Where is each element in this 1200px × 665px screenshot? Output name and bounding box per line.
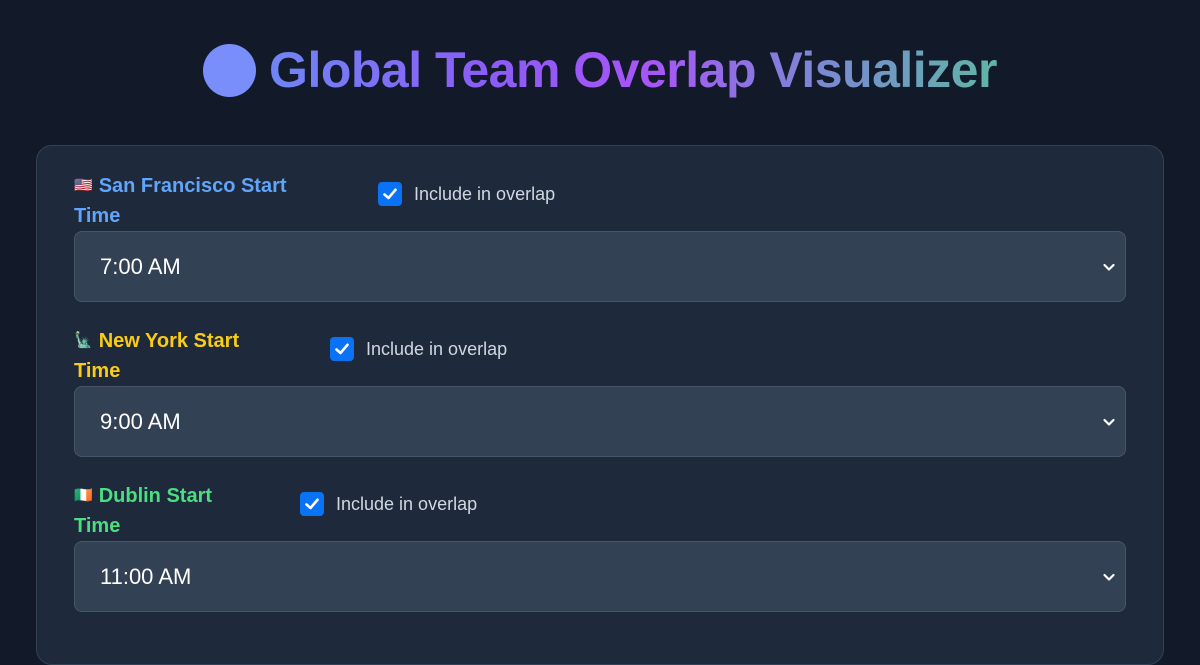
checkbox-checked-icon[interactable] <box>330 337 354 361</box>
include-overlap-label: Include in overlap <box>414 183 556 204</box>
checkbox-checked-icon[interactable] <box>300 492 324 516</box>
chevron-down-icon <box>1103 573 1115 581</box>
team-label-row: 🇺🇸 San Francisco Start Time Include in ov… <box>74 171 1126 227</box>
settings-card: 🇺🇸 San Francisco Start Time Include in ov… <box>36 145 1164 665</box>
selected-time-value: 11:00 AM <box>100 563 192 589</box>
include-overlap-label: Include in overlap <box>366 338 508 359</box>
team-group-new-york: 🗽 New York Start Time Include in overlap … <box>74 326 1126 457</box>
san-francisco-label: 🇺🇸 San Francisco Start Time <box>74 171 287 231</box>
new-york-start-time-select[interactable]: 9:00 AM <box>74 386 1126 457</box>
team-group-san-francisco: 🇺🇸 San Francisco Start Time Include in ov… <box>74 171 1126 302</box>
statue-of-liberty-icon: 🗽 <box>74 332 93 349</box>
team-label-row: 🇮🇪 Dublin Start Time Include in overlap <box>74 481 1126 537</box>
page-header: Global Team Overlap Visualizer <box>0 38 1200 102</box>
selected-time-value: 7:00 AM <box>100 253 181 279</box>
team-label-row: 🗽 New York Start Time Include in overlap <box>74 326 1126 382</box>
selected-time-value: 9:00 AM <box>100 408 181 434</box>
page-title: Global Team Overlap Visualizer <box>269 42 997 98</box>
chevron-down-icon <box>1103 263 1115 271</box>
include-new-york-checkbox[interactable]: Include in overlap <box>330 337 507 361</box>
new-york-label: 🗽 New York Start Time <box>74 326 239 386</box>
include-overlap-label: Include in overlap <box>336 493 478 514</box>
san-francisco-start-time-select[interactable]: 7:00 AM <box>74 231 1126 302</box>
chevron-down-icon <box>1103 418 1115 426</box>
include-san-francisco-checkbox[interactable]: Include in overlap <box>378 182 555 206</box>
dublin-start-time-select[interactable]: 11:00 AM <box>74 541 1126 612</box>
checkbox-checked-icon[interactable] <box>378 182 402 206</box>
circle-logo-icon <box>203 43 257 97</box>
dublin-label: 🇮🇪 Dublin Start Time <box>74 481 212 541</box>
include-dublin-checkbox[interactable]: Include in overlap <box>300 492 477 516</box>
team-group-dublin: 🇮🇪 Dublin Start Time Include in overlap 1… <box>74 481 1126 612</box>
ireland-flag-icon: 🇮🇪 <box>74 487 93 504</box>
us-flag-icon: 🇺🇸 <box>74 177 93 194</box>
